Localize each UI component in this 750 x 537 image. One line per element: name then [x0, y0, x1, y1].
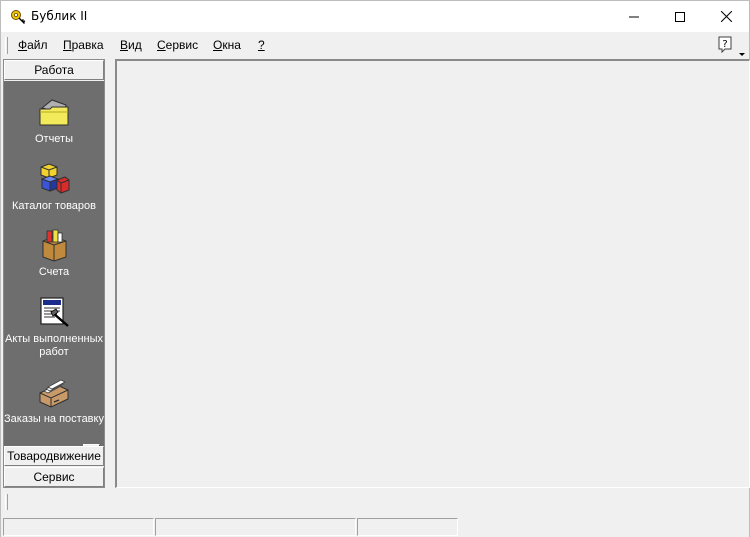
sidebar-item-reports[interactable]: Отчеты	[4, 95, 104, 146]
sidebar-group-work[interactable]: Работа	[4, 60, 104, 80]
menu-help[interactable]: ?	[258, 38, 265, 52]
sidebar-item-orders[interactable]: Заказы на поставку	[4, 375, 104, 426]
status-panel-1	[3, 518, 154, 536]
minimize-icon	[629, 16, 639, 17]
cubes-icon	[40, 163, 70, 194]
app-window: Бублик II Файл Правка Вид Сервис Окна ?	[0, 0, 750, 537]
maximize-button[interactable]	[657, 1, 703, 32]
help-icon[interactable]: ?	[717, 36, 733, 54]
bottom-toolbar	[1, 488, 749, 516]
outlook-sidebar: Работа Отчеты Каталог товаров Счета Акты…	[3, 59, 105, 488]
status-panel-3	[357, 518, 458, 536]
svg-text:?: ?	[722, 39, 727, 50]
menu-bar: Файл Правка Вид Сервис Окна ? ?	[1, 32, 749, 58]
menu-edit[interactable]: Правка	[63, 38, 104, 52]
box-icon	[42, 229, 67, 262]
menu-service[interactable]: Сервис	[157, 38, 198, 52]
card-file-icon	[39, 379, 69, 408]
sidebar-group-body: Отчеты Каталог товаров Счета Акты выполн…	[4, 81, 104, 446]
maximize-icon	[675, 11, 685, 22]
folder-icon	[39, 99, 69, 126]
close-button[interactable]	[703, 1, 749, 32]
sidebar-item-catalog[interactable]: Каталог товаров	[4, 162, 104, 213]
sidebar-group-goods-movement[interactable]: Товародвижение	[4, 446, 104, 466]
toolbar-grip[interactable]	[5, 494, 8, 510]
sidebar-splitter[interactable]	[105, 59, 115, 488]
status-panel-2	[155, 518, 356, 536]
menu-windows[interactable]: Окна	[213, 38, 241, 52]
close-icon	[720, 11, 732, 22]
status-bar	[1, 516, 749, 537]
sidebar-item-acts[interactable]: Акты выполненных работ	[4, 295, 104, 359]
minimize-button[interactable]	[611, 1, 657, 32]
document-hammer-icon	[40, 297, 69, 327]
sidebar-group-service[interactable]: Сервис	[4, 467, 104, 487]
title-bar: Бублик II	[1, 1, 749, 32]
sidebar-item-invoices[interactable]: Счета	[4, 228, 104, 279]
menu-file[interactable]: Файл	[18, 38, 48, 52]
chevron-down-icon[interactable]	[739, 46, 745, 56]
window-title: Бублик II	[31, 9, 88, 23]
mdi-client-area[interactable]	[115, 59, 750, 488]
menu-grip[interactable]	[5, 37, 8, 54]
app-key-icon	[10, 9, 26, 25]
menu-view[interactable]: Вид	[120, 38, 142, 52]
